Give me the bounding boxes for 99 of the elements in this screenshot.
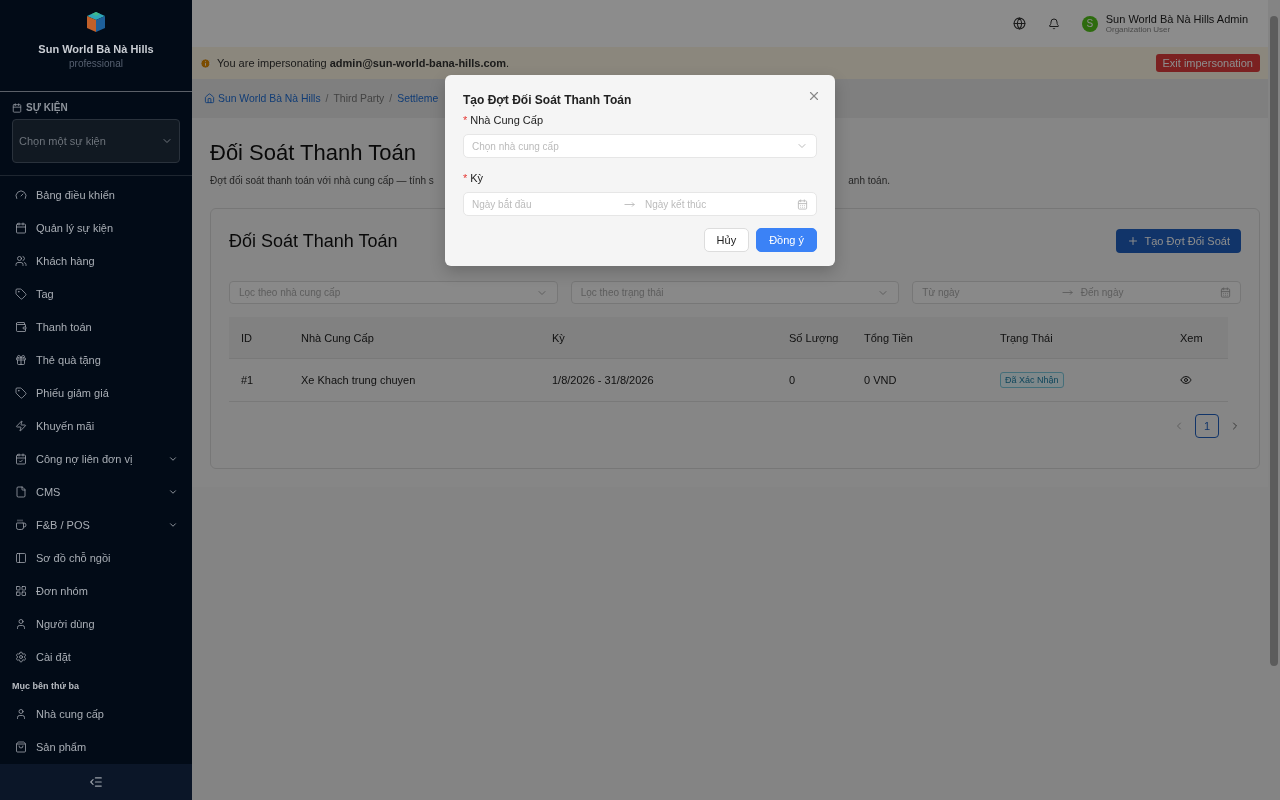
sidebar-item[interactable]: CMS bbox=[0, 475, 192, 508]
page-title: Đối Soát Thanh Toán bbox=[210, 140, 416, 166]
calendar-icon bbox=[1220, 287, 1232, 298]
bag-icon bbox=[15, 740, 27, 753]
sidebar-item-label: Khách hàng bbox=[36, 254, 96, 267]
scrollbar-thumb[interactable] bbox=[1270, 16, 1278, 666]
calendar-icon bbox=[797, 198, 808, 210]
plus-icon bbox=[1126, 235, 1139, 247]
required-mark: * bbox=[463, 172, 468, 184]
cup-icon bbox=[15, 518, 27, 531]
sidebar-item[interactable]: Phiếu giảm giá bbox=[0, 376, 192, 409]
globe-icon[interactable] bbox=[1012, 17, 1026, 30]
sidebar-item-label: Thanh toán bbox=[36, 320, 93, 333]
create-settlement-button[interactable]: Tạo Đợt Đối Soát bbox=[1115, 229, 1241, 253]
required-mark: * bbox=[463, 114, 468, 126]
calendar-icon bbox=[12, 102, 22, 113]
sidebar-item-label: Bảng điều khiển bbox=[36, 188, 116, 201]
impersonation-message: You are impersonating admin@sun-world-bana-hills.com. bbox=[217, 57, 511, 69]
home-icon bbox=[204, 93, 215, 104]
tag-icon bbox=[15, 287, 27, 300]
settings-icon bbox=[15, 650, 27, 663]
brand-name: Sun World Bà Nà Hills bbox=[38, 43, 154, 55]
table-cell: Xe Khach trung chuyen bbox=[289, 359, 540, 402]
field-label: Nhà Cung Cấp bbox=[470, 114, 544, 126]
wallet-icon bbox=[15, 320, 27, 333]
confirm-button[interactable]: Đồng ý bbox=[756, 228, 817, 252]
sidebar-item-label: Người dùng bbox=[36, 617, 96, 630]
section-label: SỰ KIỆN bbox=[26, 102, 68, 113]
calendar-icon bbox=[15, 221, 27, 234]
sidebar-item-label: F&B / POS bbox=[36, 518, 91, 531]
sidebar-item[interactable]: F&B / POS bbox=[0, 508, 192, 541]
column-header: Xem bbox=[1168, 317, 1228, 359]
document-icon bbox=[15, 485, 27, 498]
sidebar-item[interactable]: Sơ đồ chỗ ngồi bbox=[0, 541, 192, 574]
warning-icon bbox=[200, 57, 211, 69]
logo-icon bbox=[85, 11, 107, 33]
sidebar-item[interactable]: Bảng điều khiển bbox=[0, 178, 192, 211]
sidebar-item-label: Quản lý sự kiện bbox=[36, 221, 115, 234]
cancel-button[interactable]: Hủy bbox=[703, 228, 750, 252]
sidebar-item[interactable]: Thẻ quà tặng bbox=[0, 343, 192, 376]
layout-icon bbox=[15, 551, 27, 564]
event-select[interactable]: Chọn một sự kiện bbox=[12, 119, 180, 163]
sidebar-item[interactable]: Tag bbox=[0, 277, 192, 310]
sidebar-item[interactable]: Khách hàng bbox=[0, 244, 192, 277]
sidebar-item-label: Thẻ quà tặng bbox=[36, 353, 102, 366]
collapse-icon[interactable] bbox=[89, 775, 103, 789]
sidebar-item-label: Khuyến mãi bbox=[36, 419, 96, 432]
users-icon bbox=[15, 254, 27, 267]
sidebar-item[interactable]: Thanh toán bbox=[0, 310, 192, 343]
breadcrumb-separator: / bbox=[389, 93, 393, 104]
sidebar-item[interactable]: Quản lý sự kiện bbox=[0, 211, 192, 244]
table-cell: #1 bbox=[229, 359, 289, 402]
sidebar-item[interactable]: Khuyến mãi bbox=[0, 409, 192, 442]
tag-icon bbox=[15, 386, 27, 399]
sidebar-item[interactable]: Công nợ liên đơn vị bbox=[0, 442, 192, 475]
sidebar-item[interactable]: Đơn nhóm bbox=[0, 574, 192, 607]
calendar-check-icon bbox=[15, 452, 27, 465]
page-description: anh toán. bbox=[848, 175, 890, 186]
bell-icon[interactable] bbox=[1047, 17, 1060, 30]
user-name: Sun World Bà Nà Hills Admin bbox=[1105, 13, 1248, 25]
lightning-icon bbox=[15, 419, 27, 432]
gift-icon bbox=[15, 353, 27, 366]
column-header: Số Lượng bbox=[777, 317, 852, 359]
table-cell: 1/8/2026 - 31/8/2026 bbox=[540, 359, 777, 402]
card-title: Đối Soát Thanh Toán bbox=[229, 230, 398, 252]
column-header: Trạng Thái bbox=[988, 317, 1168, 359]
page-description: Đợt đối soát thanh toán với nhà cung cấp — tính s bbox=[210, 175, 434, 186]
table-cell: 0 bbox=[777, 359, 852, 402]
user-icon bbox=[15, 707, 27, 720]
group-label: Mục bên thứ ba bbox=[11, 680, 81, 693]
gauge-icon bbox=[15, 188, 27, 201]
view-icon[interactable] bbox=[1180, 374, 1192, 386]
sidebar-item[interactable]: Nhà cung cấp bbox=[0, 697, 192, 730]
sidebar-item-label: Công nợ liên đơn vị bbox=[36, 452, 134, 465]
sidebar-item-label: Đơn nhóm bbox=[36, 584, 89, 597]
column-header: Tổng Tiền bbox=[852, 317, 988, 359]
column-header: Nhà Cung Cấp bbox=[289, 317, 540, 359]
table-cell: 0 VND bbox=[852, 359, 988, 402]
user-icon bbox=[15, 617, 27, 630]
sidebar-item[interactable]: Sản phẩm bbox=[0, 730, 192, 763]
sidebar-item-label: Tag bbox=[36, 287, 55, 300]
dialog-title: Tạo Đợt Đối Soát Thanh Toán bbox=[463, 93, 632, 107]
arrow-right-icon bbox=[1061, 287, 1073, 298]
sidebar-item-label: Cài đặt bbox=[36, 650, 72, 663]
grid-icon bbox=[15, 584, 27, 597]
sidebar-item-label: Phiếu giảm giá bbox=[36, 386, 110, 399]
column-header: ID bbox=[229, 317, 289, 359]
close-button[interactable] bbox=[807, 89, 821, 103]
sidebar-item-label: Sơ đồ chỗ ngồi bbox=[36, 551, 112, 564]
sidebar-item-label: Nhà cung cấp bbox=[36, 707, 105, 720]
sidebar-item[interactable]: Cài đặt bbox=[0, 640, 192, 673]
plan-label: professional bbox=[69, 58, 123, 69]
column-header: Kỳ bbox=[540, 317, 777, 359]
field-label: Kỳ bbox=[470, 172, 484, 184]
status-tag: Đã Xác Nhận bbox=[1000, 372, 1064, 388]
sidebar-item-label: CMS bbox=[36, 485, 62, 498]
breadcrumb-separator: / bbox=[325, 93, 329, 104]
sidebar-item[interactable]: Người dùng bbox=[0, 607, 192, 640]
sidebar-item-label: Sản phẩm bbox=[36, 740, 88, 753]
